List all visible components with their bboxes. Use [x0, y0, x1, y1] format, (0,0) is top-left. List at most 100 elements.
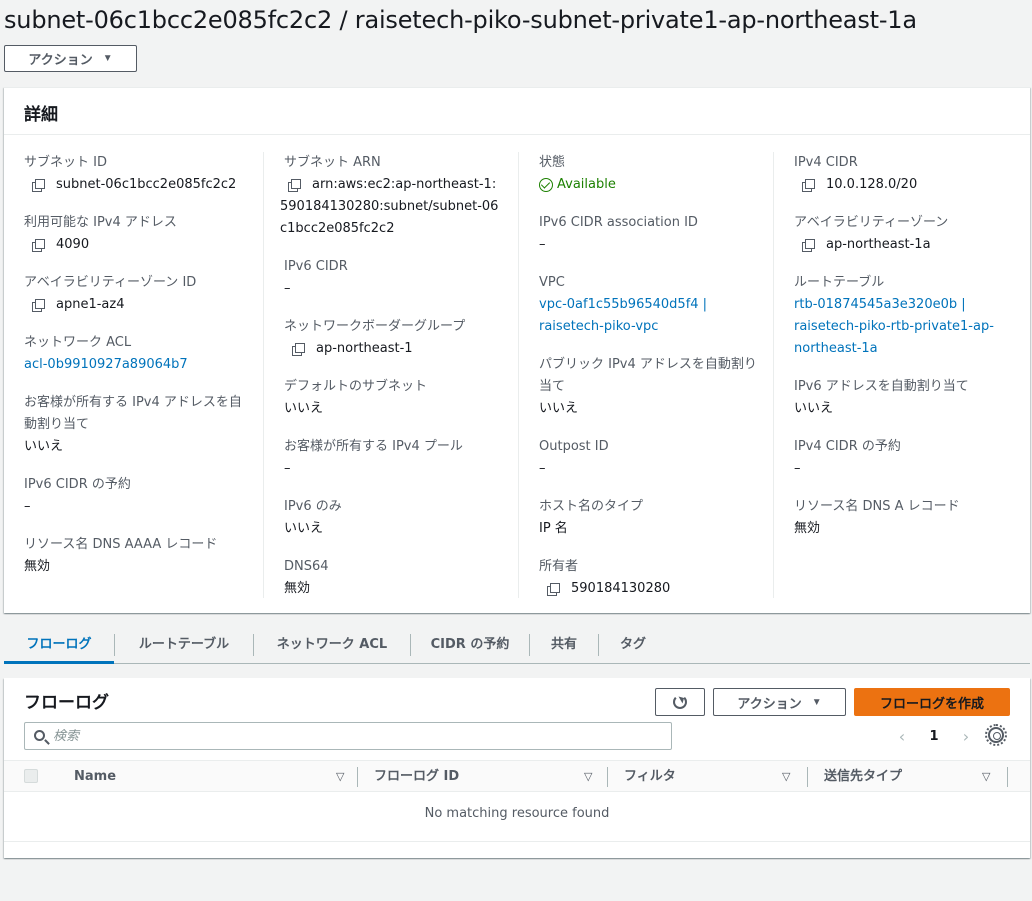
network-acl-link[interactable]: acl-0b9910927a89064b7: [24, 354, 251, 376]
field-label: サブネット ID: [24, 155, 107, 170]
field-value: –: [539, 461, 546, 476]
field-dns-aaaa: リソース名 DNS AAAA レコード 無効: [24, 534, 251, 578]
field-value: いいえ: [284, 401, 324, 416]
available-ipv4-value: 4090: [56, 237, 90, 252]
field-outpost-id: Outpost ID –: [539, 436, 761, 480]
caret-down-icon: ▼: [811, 696, 822, 708]
empty-state-message: No matching resource found: [424, 806, 610, 821]
field-vpc: VPC vpc-0af1c55b96540d5f4 | raisetech-pi…: [539, 272, 761, 338]
field-label: VPC: [539, 275, 565, 290]
field-label: お客様が所有する IPv4 プール: [284, 439, 463, 454]
copy-icon[interactable]: [28, 234, 52, 256]
field-label: 状態: [539, 155, 566, 170]
copy-icon[interactable]: [28, 294, 52, 316]
details-title: 詳細: [4, 88, 1030, 135]
field-label: リソース名 DNS A レコード: [794, 499, 960, 514]
tab-tags[interactable]: タグ: [599, 626, 667, 664]
field-ipv6-cidr-reservation: IPv6 CIDR の予約 –: [24, 474, 251, 518]
field-label: IPv6 CIDR の予約: [24, 477, 131, 492]
field-ipv6-only: IPv6 のみ いいえ: [284, 496, 506, 540]
field-label: ルートテーブル: [794, 275, 885, 290]
tab-flow-logs[interactable]: フローログ: [4, 626, 114, 664]
column-header-name[interactable]: Name ▽: [74, 761, 344, 793]
details-grid: サブネット ID subnet-06c1bcc2e085fc2c2 利用可能な …: [4, 152, 1030, 598]
field-az-id: アベイラビリティーゾーン ID apne1-az4: [24, 272, 251, 316]
copy-icon[interactable]: [284, 174, 308, 196]
field-dns64: DNS64 無効: [284, 556, 506, 600]
chevron-right-icon[interactable]: ›: [958, 727, 974, 746]
tab-sharing[interactable]: 共有: [530, 626, 598, 664]
copy-icon[interactable]: [543, 578, 567, 600]
availability-zone-value: ap-northeast-1a: [826, 237, 931, 252]
column-divider[interactable]: [607, 767, 608, 787]
column-header-label: 送信先タイプ: [824, 769, 903, 784]
chevron-left-icon[interactable]: ‹: [894, 727, 910, 746]
field-ipv4-cidr-reservation: IPv4 CIDR の予約 –: [794, 436, 1018, 480]
current-page[interactable]: 1: [929, 729, 938, 744]
tab-network-acl[interactable]: ネットワーク ACL: [254, 626, 410, 664]
copy-icon[interactable]: [28, 174, 52, 196]
column-header-flow-log-id[interactable]: フローログ ID ▽: [374, 761, 594, 793]
field-label: アベイラビリティーゾーン ID: [24, 275, 197, 290]
field-network-border-group: ネットワークボーダーグループ ap-northeast-1: [284, 316, 506, 360]
field-value: 無効: [24, 559, 51, 574]
refresh-icon: [673, 695, 687, 709]
field-ipv6-auto: IPv6 アドレスを自動割り当て いいえ: [794, 376, 1018, 420]
field-label: アベイラビリティーゾーン: [794, 215, 949, 230]
field-value: 4090: [24, 234, 251, 256]
field-subnet-id: サブネット ID subnet-06c1bcc2e085fc2c2: [24, 152, 251, 196]
field-label: IPv6 アドレスを自動割り当て: [794, 379, 969, 394]
copy-icon[interactable]: [798, 174, 822, 196]
column-divider[interactable]: [807, 767, 808, 787]
tab-cidr-reservations[interactable]: CIDR の予約: [411, 626, 529, 664]
caret-down-icon: ▼: [102, 53, 113, 64]
table-header: Name ▽ フローログ ID ▽ フィルタ ▽ 送信先タイプ ▽: [4, 760, 1030, 792]
flow-logs-actions-button[interactable]: アクション ▼: [713, 688, 846, 716]
field-hostname-type: ホスト名のタイプ IP 名: [539, 496, 761, 540]
field-state: 状態 Available: [539, 152, 761, 196]
field-value: ap-northeast-1: [284, 338, 506, 360]
field-value: いいえ: [794, 401, 834, 416]
details-column-3: 状態 Available IPv6 CIDR association ID – …: [518, 152, 773, 598]
field-value: ap-northeast-1a: [794, 234, 1018, 256]
field-availability-zone: アベイラビリティーゾーン ap-northeast-1a: [794, 212, 1018, 256]
field-label: IPv6 CIDR: [284, 259, 348, 274]
column-header-label: フィルタ: [624, 769, 676, 784]
field-label: デフォルトのサブネット: [284, 379, 428, 394]
vpc-link[interactable]: vpc-0af1c55b96540d5f4 | raisetech-piko-v…: [539, 294, 724, 338]
actions-label: アクション: [28, 52, 93, 67]
actions-dropdown-button[interactable]: アクション ▼: [4, 45, 137, 72]
details-column-2: サブネット ARN arn:aws:ec2:ap-northeast-1:590…: [263, 152, 518, 598]
route-table-link[interactable]: rtb-01874545a3e320e0b | raisetech-piko-r…: [794, 294, 999, 360]
refresh-button[interactable]: [655, 688, 705, 716]
column-header-filter[interactable]: フィルタ ▽: [624, 761, 794, 793]
field-value: –: [24, 499, 31, 514]
copy-icon[interactable]: [798, 234, 822, 256]
flow-logs-title: フローログ: [24, 693, 109, 713]
create-flow-log-button[interactable]: フローログを作成: [854, 688, 1010, 716]
tab-bar: フローログ ルートテーブル ネットワーク ACL CIDR の予約 共有 タグ: [4, 626, 1030, 664]
field-value: いいえ: [284, 521, 324, 536]
column-divider[interactable]: [357, 767, 358, 787]
search-input[interactable]: [53, 728, 671, 744]
sort-caret-icon: ▽: [584, 770, 593, 783]
field-value: –: [284, 281, 291, 296]
field-customer-owned-ipv4-pool: お客様が所有する IPv4 プール –: [284, 436, 506, 480]
column-divider[interactable]: [1007, 767, 1008, 787]
search-icon: [34, 730, 45, 741]
subnet-arn-value: arn:aws:ec2:ap-northeast-1:590184130280:…: [280, 177, 499, 236]
tab-route-table[interactable]: ルートテーブル: [115, 626, 253, 664]
field-customer-owned-ipv4-auto: お客様が所有する IPv4 アドレスを自動割り当て いいえ: [24, 392, 251, 458]
field-value: –: [794, 461, 801, 476]
field-value: Available: [539, 174, 761, 196]
gear-icon[interactable]: [985, 724, 1007, 746]
field-label: お客様が所有する IPv4 アドレスを自動割り当て: [24, 395, 242, 432]
actions-label: アクション: [737, 695, 802, 711]
subnet-id-value: subnet-06c1bcc2e085fc2c2: [56, 177, 237, 192]
select-all-checkbox[interactable]: [24, 769, 38, 783]
sort-caret-icon: ▽: [982, 770, 991, 783]
column-header-destination-type[interactable]: 送信先タイプ ▽: [824, 761, 1004, 793]
field-owner: 所有者 590184130280: [539, 556, 761, 600]
field-value: arn:aws:ec2:ap-northeast-1:590184130280:…: [280, 174, 502, 240]
copy-icon[interactable]: [288, 338, 312, 360]
